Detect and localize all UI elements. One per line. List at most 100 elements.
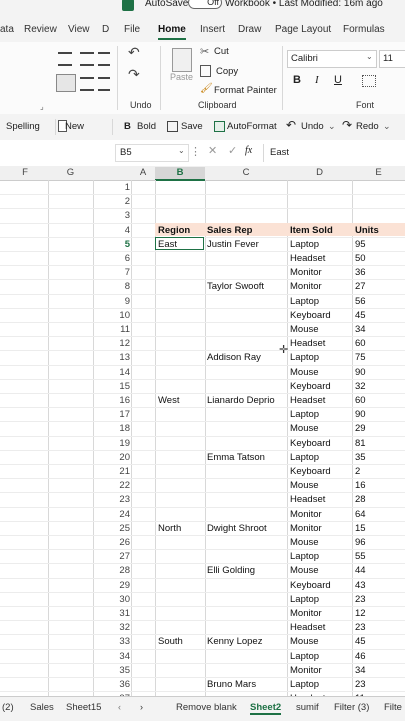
- units-cell[interactable]: 45: [355, 310, 366, 321]
- paste-icon[interactable]: [172, 48, 192, 72]
- region-cell[interactable]: North: [158, 523, 181, 534]
- spelling-button[interactable]: Spelling: [6, 121, 40, 132]
- item-sold-cell[interactable]: Laptop: [290, 651, 319, 662]
- sheet-tab-sales[interactable]: Sales: [30, 702, 54, 713]
- units-cell[interactable]: 50: [355, 253, 366, 264]
- item-sold-cell[interactable]: Headset: [290, 395, 325, 406]
- units-cell[interactable]: 90: [355, 409, 366, 420]
- worksheet-grid[interactable]: 1 2 3 4 Region Sales Rep Item Sold Units 5 East Ju…: [0, 180, 405, 707]
- units-cell[interactable]: 95: [355, 239, 366, 250]
- region-cell[interactable]: South: [158, 636, 183, 647]
- item-sold-cell[interactable]: Headset: [290, 494, 325, 505]
- tab-formulas[interactable]: Formulas: [343, 24, 385, 35]
- align-left-icon[interactable]: [56, 74, 76, 92]
- sheet-tab-filter-3[interactable]: Filter (3): [334, 702, 369, 713]
- tab-d[interactable]: D: [102, 24, 109, 35]
- row-number[interactable]: 23: [110, 494, 130, 505]
- item-sold-cell[interactable]: Keyboard: [290, 310, 331, 321]
- sales-rep-cell[interactable]: Kenny Lopez: [207, 636, 262, 647]
- align-bottom-icon[interactable]: [98, 52, 110, 66]
- row-number[interactable]: 29: [110, 580, 130, 591]
- qat-undo-button[interactable]: Undo: [301, 121, 324, 132]
- row-number[interactable]: 10: [110, 310, 130, 321]
- cancel-icon[interactable]: ✕: [208, 144, 217, 157]
- sheet-tab-sheet2[interactable]: Sheet2: [250, 702, 282, 715]
- row-number[interactable]: 20: [110, 452, 130, 463]
- row-number[interactable]: 2: [110, 196, 130, 207]
- item-sold-cell[interactable]: Mouse: [290, 480, 319, 491]
- item-sold-cell[interactable]: Monitor: [290, 281, 322, 292]
- format-painter-icon[interactable]: 🖌: [200, 83, 213, 94]
- row-number[interactable]: 31: [110, 608, 130, 619]
- sales-rep-cell[interactable]: Addison Ray: [207, 352, 261, 363]
- item-sold-cell[interactable]: Mouse: [290, 367, 319, 378]
- qat-redo-button[interactable]: Redo: [356, 121, 379, 132]
- name-box[interactable]: B5 ⌄: [115, 144, 189, 162]
- bold-icon[interactable]: B: [124, 121, 131, 132]
- new-button[interactable]: New: [65, 121, 84, 132]
- item-sold-cell[interactable]: Headset: [290, 622, 325, 633]
- row-number[interactable]: 24: [110, 509, 130, 520]
- row-number[interactable]: 8: [110, 281, 130, 292]
- cut-button[interactable]: Cut: [214, 46, 229, 57]
- scroll-left-icon[interactable]: ‹: [118, 702, 121, 712]
- row-number[interactable]: 12: [110, 338, 130, 349]
- item-sold-cell[interactable]: Laptop: [290, 239, 319, 250]
- tab-home[interactable]: Home: [158, 24, 186, 40]
- sales-rep-cell[interactable]: Lianardo Deprio: [207, 395, 275, 406]
- font-name-select[interactable]: Calibri ⌄: [287, 50, 377, 68]
- column-header-c[interactable]: C: [205, 167, 287, 178]
- row-number[interactable]: 21: [110, 466, 130, 477]
- units-cell[interactable]: 44: [355, 565, 366, 576]
- copy-icon[interactable]: [200, 65, 211, 77]
- units-cell[interactable]: 75: [355, 352, 366, 363]
- qat-redo-icon[interactable]: ↷: [342, 118, 352, 132]
- column-header-b[interactable]: B: [155, 167, 205, 181]
- item-sold-cell[interactable]: Mouse: [290, 423, 319, 434]
- row-number[interactable]: 25: [110, 523, 130, 534]
- sales-rep-cell[interactable]: Bruno Mars: [207, 679, 256, 690]
- item-sold-cell[interactable]: Laptop: [290, 452, 319, 463]
- font-size-select[interactable]: 11: [379, 50, 405, 68]
- row-number[interactable]: 18: [110, 423, 130, 434]
- row-number[interactable]: 3: [110, 210, 130, 221]
- item-sold-cell[interactable]: Monitor: [290, 665, 322, 676]
- row-number[interactable]: 7: [110, 267, 130, 278]
- row-number[interactable]: 32: [110, 622, 130, 633]
- sheet-tab-sumif[interactable]: sumif: [296, 702, 319, 713]
- item-sold-cell[interactable]: Headset: [290, 253, 325, 264]
- row-number[interactable]: 16: [110, 395, 130, 406]
- sheet-tab-remove-blank[interactable]: Remove blank: [176, 702, 237, 713]
- tab-file[interactable]: File: [124, 24, 140, 35]
- tab-page-layout[interactable]: Page Layout: [275, 24, 331, 35]
- row-number[interactable]: 9: [110, 296, 130, 307]
- tab-data[interactable]: ata: [0, 24, 14, 35]
- units-header[interactable]: Units: [355, 225, 379, 236]
- item-sold-cell[interactable]: Keyboard: [290, 438, 331, 449]
- redo-dropdown-icon[interactable]: ⌄: [383, 121, 391, 132]
- item-sold-cell[interactable]: Mouse: [290, 636, 319, 647]
- qat-bold-button[interactable]: Bold: [137, 121, 156, 132]
- column-header-a[interactable]: A: [131, 167, 155, 178]
- borders-icon[interactable]: [362, 75, 376, 87]
- item-sold-cell[interactable]: Monitor: [290, 608, 322, 619]
- column-header-d[interactable]: D: [287, 167, 352, 178]
- units-cell[interactable]: 12: [355, 608, 366, 619]
- column-header-e[interactable]: E: [352, 167, 405, 178]
- item-sold-cell[interactable]: Mouse: [290, 565, 319, 576]
- autoformat-button[interactable]: AutoFormat: [227, 121, 277, 132]
- more-icon[interactable]: ⋮: [190, 145, 201, 158]
- item-sold-cell[interactable]: Laptop: [290, 679, 319, 690]
- units-cell[interactable]: 43: [355, 580, 366, 591]
- units-cell[interactable]: 35: [355, 452, 366, 463]
- tab-view[interactable]: View: [68, 24, 90, 35]
- row-number[interactable]: 5: [110, 239, 130, 250]
- item-sold-cell[interactable]: Keyboard: [290, 381, 331, 392]
- units-cell[interactable]: 2: [355, 466, 360, 477]
- item-sold-cell[interactable]: Laptop: [290, 551, 319, 562]
- row-number[interactable]: 36: [110, 679, 130, 690]
- sales-rep-cell[interactable]: Elli Golding: [207, 565, 255, 576]
- sheet-tab-filte[interactable]: Filte: [384, 702, 402, 713]
- row-number[interactable]: 17: [110, 409, 130, 420]
- row-number[interactable]: 15: [110, 381, 130, 392]
